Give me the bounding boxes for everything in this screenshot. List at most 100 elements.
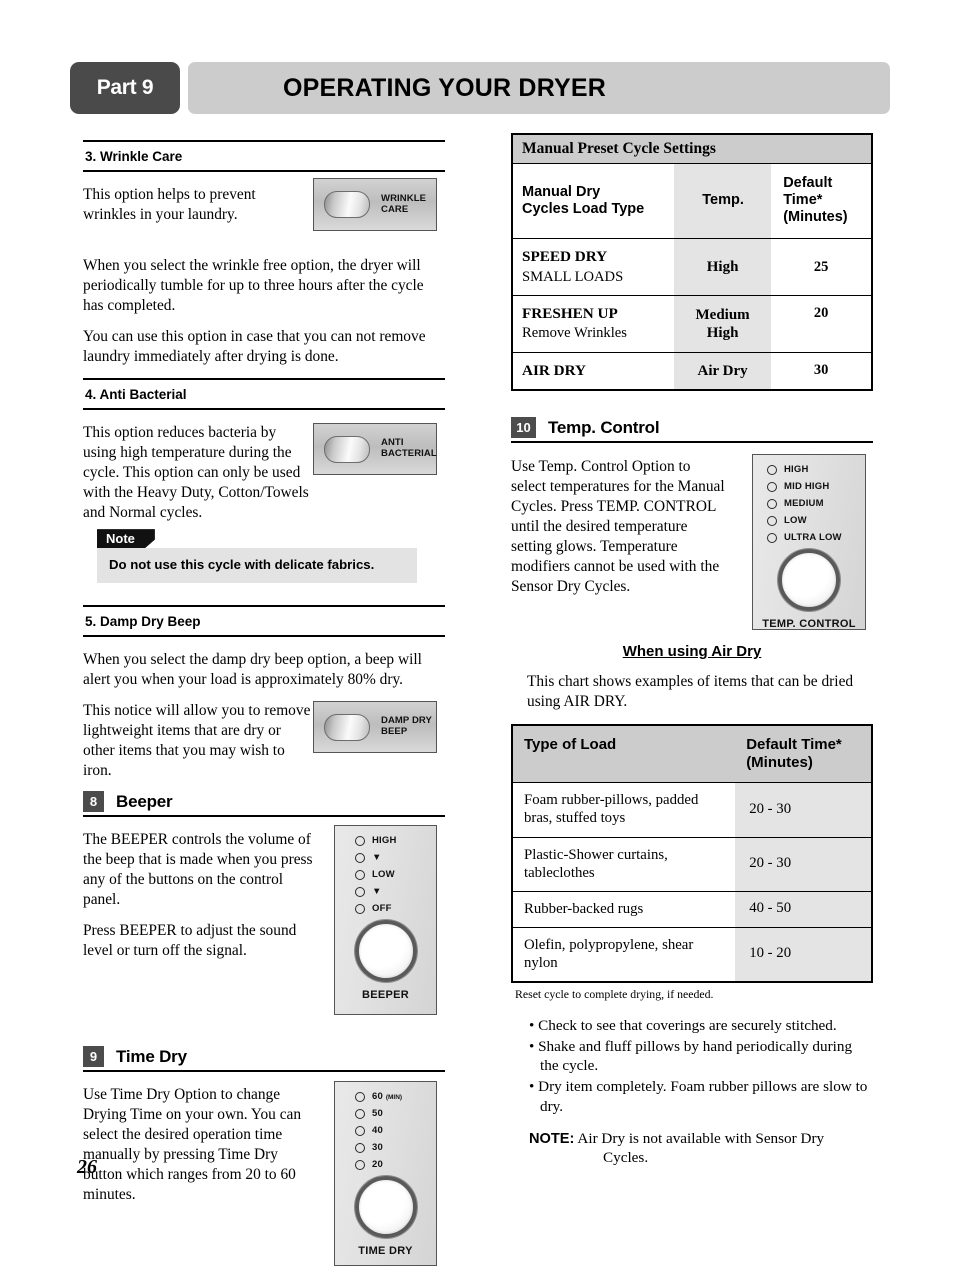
time-dry-knob-icon[interactable] xyxy=(354,1176,417,1239)
indicator-lamp-icon xyxy=(767,464,777,475)
cell-temp: Medium High xyxy=(674,295,772,353)
lamp-row[interactable]: 20 xyxy=(355,1159,436,1170)
cell-load-type: SPEED DRY SMALL LOADS xyxy=(512,238,674,297)
indicator-lamp-icon xyxy=(355,1159,365,1170)
anti-bacterial-switch-label: ANTI BACTERIAL xyxy=(381,437,437,460)
cell-load-type: AIR DRY xyxy=(512,352,674,390)
wrinkle-care-paragraph-2: When you select the wrinkle free option,… xyxy=(83,257,424,315)
lamp-label: LOW xyxy=(372,869,395,881)
lamp-label: MEDIUM xyxy=(784,498,824,510)
lamp-row[interactable]: HIGH xyxy=(767,464,865,475)
indicator-lamp-icon xyxy=(767,481,777,492)
note-body-text: Do not use this cycle with delicate fabr… xyxy=(97,548,417,584)
left-column: 3. Wrinkle Care This option helps to pre… xyxy=(83,140,445,1266)
air-dry-load-table: Type of Load Default Time* (Minutes) Foa… xyxy=(511,724,873,983)
cell-time: 20 - 30 xyxy=(735,782,872,838)
column-header-default-time: Default Time* (Minutes) xyxy=(771,163,872,240)
section-heading-anti-bacterial: 4. Anti Bacterial xyxy=(83,378,445,411)
lamp-row[interactable]: MEDIUM xyxy=(767,498,865,509)
damp-dry-beep-switch-panel[interactable]: DAMP DRY BEEP xyxy=(313,701,437,754)
beeper-knob-caption: BEEPER xyxy=(361,989,410,1002)
lamp-label: HIGH xyxy=(372,835,397,847)
lamp-label: ULTRA LOW xyxy=(784,532,842,544)
lamp-row[interactable]: MID HIGH xyxy=(767,481,865,492)
table-title: Manual Preset Cycle Settings xyxy=(512,134,872,164)
anti-bacterial-paragraph: This option reduces bacteria by using hi… xyxy=(83,424,309,522)
lamp-row[interactable]: LOW xyxy=(767,515,865,526)
damp-dry-beep-paragraph-2: This notice will allow you to remove lig… xyxy=(83,702,311,780)
lamp-row[interactable]: 30 xyxy=(355,1142,436,1153)
section-title-time-dry: Time Dry xyxy=(116,1046,187,1066)
table-header-row: Type of Load Default Time* (Minutes) xyxy=(512,725,872,784)
indicator-lamp-icon xyxy=(355,1091,365,1102)
lamp-row[interactable]: HIGH xyxy=(355,835,436,846)
section-number-badge: 9 xyxy=(83,1046,104,1068)
indicator-lamp-icon xyxy=(355,1142,365,1153)
indicator-lamp-icon xyxy=(355,886,365,897)
page-title: OPERATING YOUR DRYER xyxy=(283,73,607,102)
indicator-lamp-icon xyxy=(767,498,777,509)
temp-control-paragraph: Use Temp. Control Option to select tempe… xyxy=(511,458,725,596)
temp-line2: High xyxy=(706,324,739,341)
beeper-knob-icon[interactable] xyxy=(354,920,417,983)
knob-wrap xyxy=(335,920,436,983)
page-number: 26 xyxy=(77,1156,97,1178)
table-row: Plastic-Shower curtains, tableclothes 20… xyxy=(512,837,872,892)
temp-control-knob-icon[interactable] xyxy=(778,549,840,612)
lamp-row[interactable]: ULTRA LOW xyxy=(767,532,865,543)
temp-line1: Medium xyxy=(695,306,750,323)
header-line2: (Minutes) xyxy=(746,753,813,771)
lamp-label: OFF xyxy=(372,903,392,915)
column-header-type-of-load: Type of Load xyxy=(512,725,736,784)
part-badge-label: Part 9 xyxy=(96,76,154,99)
lamp-row[interactable]: 40 xyxy=(355,1125,436,1136)
note-text-continued: Cycles. xyxy=(603,1149,649,1167)
section-heading-temp-control: 10 Temp. Control xyxy=(511,417,873,444)
section-heading-time-dry: 9 Time Dry xyxy=(83,1046,445,1073)
beeper-paragraph-2: Press BEEPER to adjust the sound level o… xyxy=(83,922,297,960)
damp-dry-beep-switch-label: DAMP DRY BEEP xyxy=(381,715,432,738)
time-dry-paragraph: Use Time Dry Option to change Drying Tim… xyxy=(83,1086,302,1204)
cell-default-time: 30 xyxy=(813,362,829,379)
time-dry-control-panel[interactable]: 60 (MIN) 50 40 30 20 TIME DRY xyxy=(334,1081,437,1266)
indicator-lamp-icon xyxy=(767,532,777,543)
table-header-row: Manual Dry Cycles Load Type Temp. Defaul… xyxy=(512,163,872,240)
air-dry-note: NOTE: Air Dry is not available with Sens… xyxy=(529,1129,873,1169)
load-type-main: FRESHEN UP xyxy=(522,305,618,323)
switch-label-line1: WRINKLE xyxy=(381,192,427,204)
wrinkle-care-switch-panel[interactable]: WRINKLE CARE xyxy=(313,178,437,231)
table-title-row: Manual Preset Cycle Settings xyxy=(512,134,872,164)
air-dry-intro: This chart shows examples of items that … xyxy=(527,673,854,711)
page-header: Part 9 OPERATING YOUR DRYER xyxy=(70,62,890,114)
temp-control-panel[interactable]: HIGH MID HIGH MEDIUM LOW ULTRA LOW TEMP.… xyxy=(752,454,866,631)
wrinkle-care-paragraph-1: This option helps to prevent wrinkles in… xyxy=(83,186,256,224)
lamp-row[interactable]: 60 (MIN) xyxy=(355,1091,436,1102)
lamp-row[interactable]: ▼ xyxy=(355,852,436,863)
lamp-label: MID HIGH xyxy=(784,481,830,493)
cell-load-item: Rubber-backed rugs xyxy=(512,891,736,928)
indicator-lamp-icon xyxy=(355,1125,365,1136)
header-line2: Cycles Load Type xyxy=(522,200,645,217)
lamp-row[interactable]: OFF xyxy=(355,903,436,914)
lamp-label: HIGH xyxy=(784,464,809,476)
switch-label-line1: ANTI xyxy=(381,437,404,449)
load-type-sub: SMALL LOADS xyxy=(522,268,624,285)
table-row: SPEED DRY SMALL LOADS High 25 xyxy=(512,238,872,297)
section-heading-beeper: 8 Beeper xyxy=(83,791,445,818)
lamp-row[interactable]: 50 xyxy=(355,1108,436,1119)
list-item: • Check to see that coverings are secure… xyxy=(529,1016,837,1034)
lamp-row[interactable]: LOW xyxy=(355,869,436,880)
anti-bacterial-switch-panel[interactable]: ANTI BACTERIAL xyxy=(313,423,437,476)
beeper-control-panel[interactable]: HIGH ▼ LOW ▼ OFF BEEPER xyxy=(334,825,437,1016)
switch-label-line2: CARE xyxy=(381,203,409,215)
part-badge: Part 9 xyxy=(70,62,180,114)
toggle-switch-icon[interactable] xyxy=(324,435,370,463)
knob-wrap xyxy=(335,1176,436,1239)
toggle-switch-icon[interactable] xyxy=(324,713,370,741)
lamp-label: 20 xyxy=(372,1159,383,1171)
cell-load-type: FRESHEN UP Remove Wrinkles xyxy=(512,295,674,353)
list-item: • Shake and fluff pillows by hand period… xyxy=(529,1037,853,1075)
toggle-switch-icon[interactable] xyxy=(324,191,370,218)
lamp-row[interactable]: ▼ xyxy=(355,886,436,897)
cell-load-item: Olefin, polypropylene, shear nylon xyxy=(524,936,694,971)
